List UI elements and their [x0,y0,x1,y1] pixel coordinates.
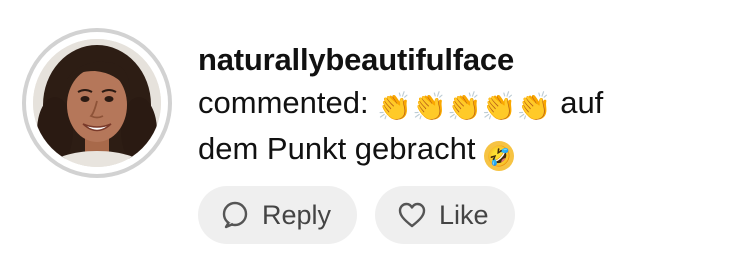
clapping-hands-emoji: 👏 [377,90,413,123]
clapping-hands-emoji: 👏 [446,90,482,123]
comment-text: commented: 👏👏👏👏👏 auf dem Punkt gebracht … [198,80,718,172]
rolling-laughing-emoji: 🤣 [484,141,515,171]
comment-text-line1-suffix: auf [560,85,604,120]
clapping-hands-emoji: 👏 [481,90,517,123]
clapping-hands-emoji: 👏 [412,90,447,123]
reply-button[interactable]: Reply [198,186,358,244]
comment-content: naturallybeautifulface commented: 👏👏👏👏👏 … [198,38,718,172]
comment-text-line2: dem Punkt gebracht [198,131,476,166]
comment-card: naturallybeautifulface commented: 👏👏👏👏👏 … [0,0,737,277]
speech-bubble-icon [220,200,250,230]
comment-prefix: commented: [198,85,369,120]
avatar-photo [33,39,161,167]
comment-actions: Reply Like [198,186,515,244]
like-label: Like [439,199,489,230]
like-button[interactable]: Like [375,186,515,244]
reply-label: Reply [262,199,332,230]
avatar-ring[interactable] [22,28,172,178]
avatar[interactable] [33,39,161,167]
heart-icon [397,201,427,229]
username[interactable]: naturallybeautifulface [198,38,718,82]
clapping-hands-emoji: 👏 [516,90,552,123]
